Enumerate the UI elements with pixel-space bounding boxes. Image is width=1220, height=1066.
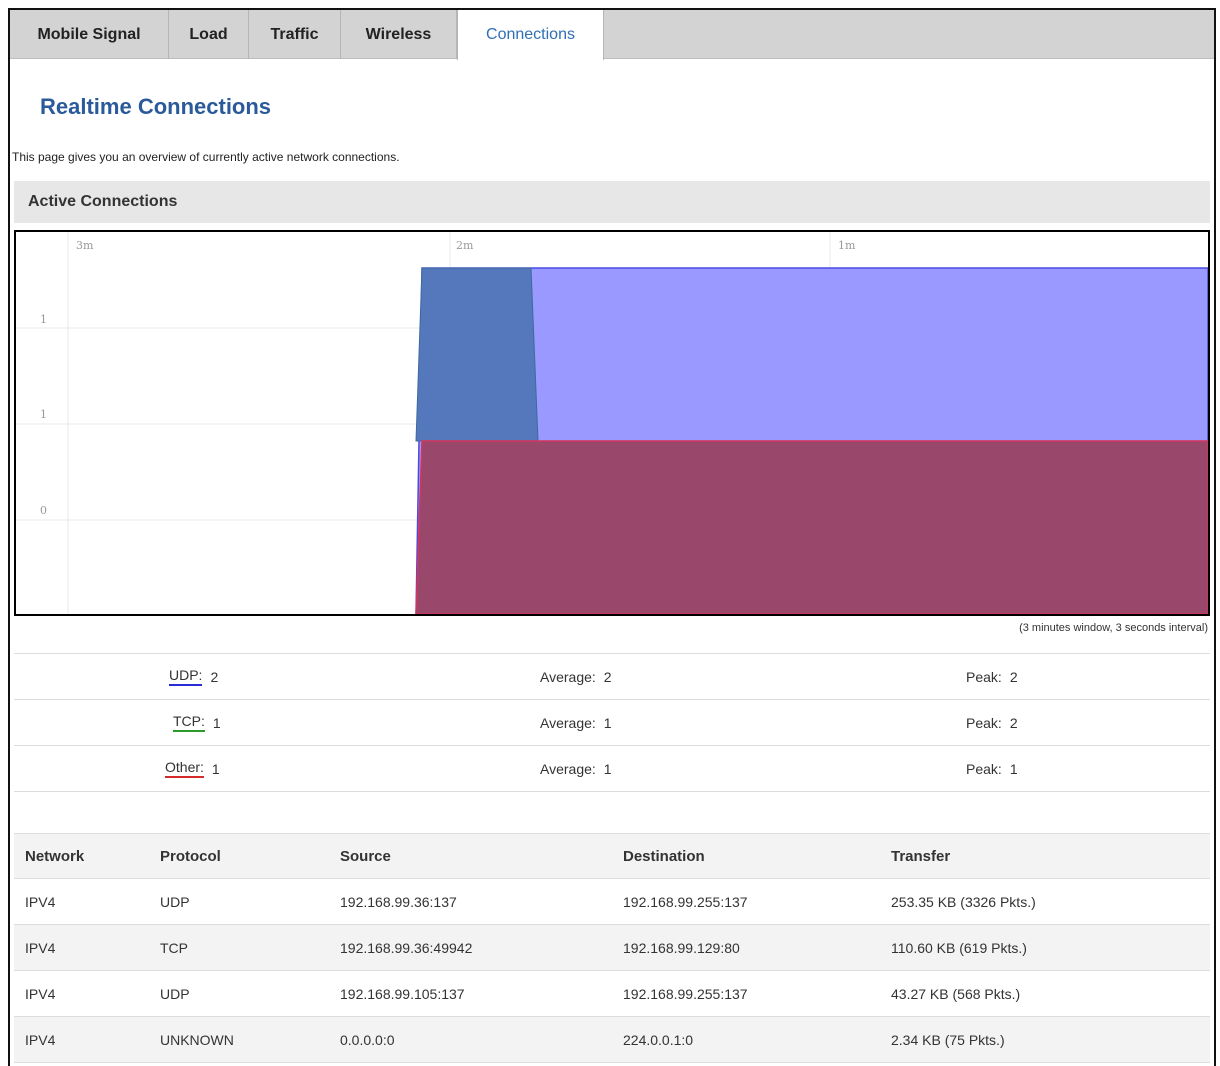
cell-protocol: TCP [160, 924, 340, 971]
stat-peak-value: 1 [1009, 760, 1018, 777]
page-frame: Mobile Signal Load Traffic Wireless Conn… [8, 8, 1216, 1066]
stat-peak-label: Peak: [966, 760, 1002, 777]
column-header-destination: Destination [623, 833, 891, 879]
stat-row-other: Other: 1 Average: 1 Peak: 1 [14, 746, 1210, 792]
stat-average-value: 2 [603, 668, 612, 685]
connections-graph: 3m 2m 1m 1 1 0 [14, 230, 1210, 616]
tab-connections[interactable]: Connections [457, 10, 604, 60]
y-tick-label: 1 [40, 313, 47, 326]
stat-peak-value: 2 [1009, 714, 1018, 731]
legend-label-tcp: TCP: [173, 713, 205, 732]
table-header-row: Network Protocol Source Destination Tran… [14, 833, 1210, 879]
stat-average-value: 1 [603, 714, 612, 731]
y-tick-label: 1 [40, 408, 47, 421]
graph-window-note: (3 minutes window, 3 seconds interval) [1019, 622, 1208, 634]
stat-average-label: Average: [540, 668, 596, 685]
x-tick-label: 2m [456, 239, 474, 252]
stat-value: 1 [212, 714, 221, 731]
stat-peak-value: 2 [1009, 668, 1018, 685]
page-description: This page gives you an overview of curre… [12, 150, 400, 164]
cell-destination: 224.0.0.1:0 [623, 1016, 891, 1063]
stat-row-udp: UDP: 2 Average: 2 Peak: 2 [14, 654, 1210, 700]
legend-label-udp: UDP: [169, 667, 203, 686]
cell-protocol: UDP [160, 970, 340, 1017]
cell-transfer: 253.35 KB (3326 Pkts.) [891, 878, 1210, 925]
cell-source: 192.168.99.36:137 [340, 878, 623, 925]
connections-graph-svg: 3m 2m 1m 1 1 0 [16, 232, 1208, 614]
stat-peak-label: Peak: [966, 668, 1002, 685]
tab-bar: Mobile Signal Load Traffic Wireless Conn… [10, 10, 1214, 60]
tab-load[interactable]: Load [169, 10, 249, 59]
column-header-network: Network [14, 833, 160, 879]
cell-network: IPV4 [14, 878, 160, 925]
cell-network: IPV4 [14, 970, 160, 1017]
y-tick-label: 0 [40, 504, 47, 517]
column-header-transfer: Transfer [891, 833, 1210, 879]
connections-table: Network Protocol Source Destination Tran… [14, 833, 1210, 1063]
stat-peak-label: Peak: [966, 714, 1002, 731]
stat-average-label: Average: [540, 714, 596, 731]
column-header-source: Source [340, 833, 623, 879]
cell-source: 192.168.99.36:49942 [340, 924, 623, 971]
tab-traffic[interactable]: Traffic [249, 10, 341, 59]
page-title: Realtime Connections [40, 94, 272, 119]
column-header-protocol: Protocol [160, 833, 340, 879]
section-header-active-connections: Active Connections [14, 181, 1210, 223]
stats-table: UDP: 2 Average: 2 Peak: 2 TCP: 1 Average… [14, 653, 1210, 792]
graph-series [415, 267, 1208, 614]
series-other-area [415, 440, 1208, 614]
table-row: IPV4 UDP 192.168.99.105:137 192.168.99.2… [14, 970, 1210, 1017]
x-tick-label: 1m [838, 239, 856, 252]
series-tcp-area [415, 267, 539, 442]
cell-network: IPV4 [14, 1016, 160, 1063]
stat-average-value: 1 [603, 760, 612, 777]
stat-value: 1 [211, 760, 220, 777]
stat-row-tcp: TCP: 1 Average: 1 Peak: 2 [14, 700, 1210, 746]
cell-source: 0.0.0.0:0 [340, 1016, 623, 1063]
cell-transfer: 2.34 KB (75 Pkts.) [891, 1016, 1210, 1063]
cell-protocol: UNKNOWN [160, 1016, 340, 1063]
stat-value: 2 [210, 668, 219, 685]
cell-destination: 192.168.99.129:80 [623, 924, 891, 971]
tab-mobile-signal[interactable]: Mobile Signal [10, 10, 169, 59]
cell-network: IPV4 [14, 924, 160, 971]
cell-destination: 192.168.99.255:137 [623, 878, 891, 925]
cell-protocol: UDP [160, 878, 340, 925]
cell-transfer: 110.60 KB (619 Pkts.) [891, 924, 1210, 971]
cell-destination: 192.168.99.255:137 [623, 970, 891, 1017]
cell-transfer: 43.27 KB (568 Pkts.) [891, 970, 1210, 1017]
cell-source: 192.168.99.105:137 [340, 970, 623, 1017]
legend-label-other: Other: [165, 759, 204, 778]
table-row: IPV4 UNKNOWN 0.0.0.0:0 224.0.0.1:0 2.34 … [14, 1016, 1210, 1063]
tab-wireless[interactable]: Wireless [341, 10, 457, 59]
table-row: IPV4 UDP 192.168.99.36:137 192.168.99.25… [14, 878, 1210, 925]
x-tick-label: 3m [76, 239, 94, 252]
stat-average-label: Average: [540, 760, 596, 777]
table-row: IPV4 TCP 192.168.99.36:49942 192.168.99.… [14, 924, 1210, 971]
